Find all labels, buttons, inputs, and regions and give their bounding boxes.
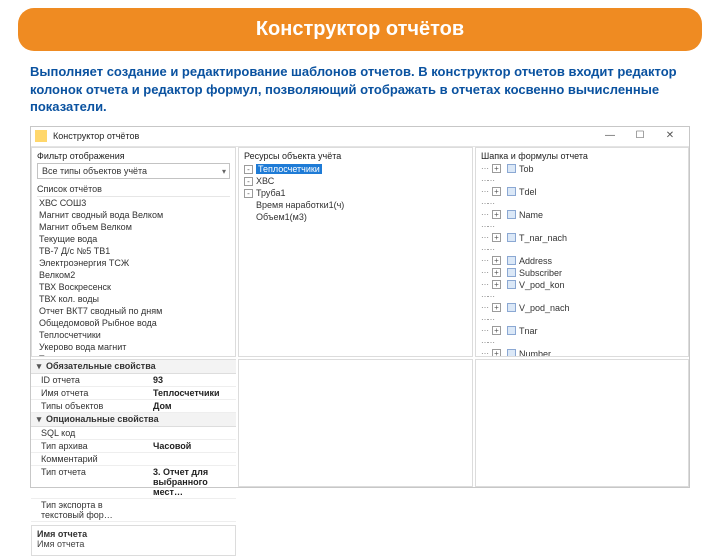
expander-icon[interactable]: + [492,164,501,173]
close-button[interactable]: ✕ [655,127,685,145]
slide-header: Конструктор отчётов [18,8,702,51]
field-icon [507,187,516,196]
property-help-footer: Имя отчета Имя отчета [31,525,236,556]
expander-icon[interactable]: - [244,189,253,198]
formula-row[interactable]: ⋯+V_pod_kon [481,279,683,291]
list-item[interactable]: Велком2 [37,269,230,281]
property-row[interactable]: ID отчета93 [31,374,236,387]
titlebar: Конструктор отчётов — ☐ ✕ [31,127,689,147]
tree-spacer: ⋯⋯ [481,291,683,302]
empty-panel-mid [238,359,473,487]
app-window: Конструктор отчётов — ☐ ✕ Фильтр отображ… [30,126,690,488]
list-item[interactable]: ТВХ Воскресенск [37,281,230,293]
field-icon [507,268,516,277]
list-item[interactable]: Отчет ВКТ7 сводный по дням [37,305,230,317]
resources-tree[interactable]: -Теплосчетчики-ХВС-Труба1Время наработки… [244,163,467,223]
property-row[interactable]: Тип отчета3. Отчет для выбранного мест… [31,466,236,499]
field-icon [507,164,516,173]
expander-icon[interactable]: + [492,268,501,277]
footer-text: Имя отчета [37,539,230,549]
property-grid[interactable]: ▾ Обязательные свойства ID отчета93Имя о… [31,359,236,522]
footer-title: Имя отчета [37,529,230,539]
list-item[interactable]: ТВ-7 Д/с №5 ТВ1 [37,245,230,257]
empty-panel-right [475,359,689,487]
tree-node[interactable]: -ХВС [244,175,467,187]
filter-label: Фильтр отображения [37,151,230,161]
slide-description: Выполняет создание и редактирование шабл… [30,63,690,116]
formula-row[interactable]: ⋯+Name [481,209,683,221]
field-icon [507,280,516,289]
formula-row[interactable]: ⋯+Number [481,348,683,357]
resources-title: Ресурсы объекта учёта [244,151,467,161]
formula-row[interactable]: ⋯+V_pod_nach [481,302,683,314]
list-item[interactable]: Общедомовой Рыбное вода [37,317,230,329]
list-item[interactable]: Электроэнергия ТСЖ [37,257,230,269]
property-row[interactable]: Тип архиваЧасовой [31,440,236,453]
filter-combo[interactable]: Все типы объектов учёта [37,163,230,179]
expander-icon[interactable]: + [492,210,501,219]
formula-row[interactable]: ⋯+T_nar_nach [481,232,683,244]
tree-spacer: ⋯⋯ [481,337,683,348]
reports-listbox[interactable]: ХВС СОШ3Магнит сводный вода ВелкомМагнит… [37,196,230,356]
expander-icon[interactable]: + [492,256,501,265]
tree-spacer: ⋯⋯ [481,244,683,255]
property-row[interactable]: Комментарий [31,453,236,466]
formula-row[interactable]: ⋯+Tnar [481,325,683,337]
list-item[interactable]: Теплосчетчики [37,329,230,341]
property-row[interactable]: Тип экспорта в текстовый фор… [31,499,236,522]
formula-row[interactable]: ⋯+Tob [481,163,683,175]
props-required-label: Обязательные свойства [46,361,156,371]
minimize-button[interactable]: — [595,127,625,145]
list-item[interactable]: Укерово вода магнит [37,341,230,353]
list-item[interactable]: Текущие вода [37,233,230,245]
list-item[interactable]: ХВС СОШ3 [37,197,230,209]
field-icon [507,210,516,219]
expander-icon[interactable]: + [492,326,501,335]
formula-row[interactable]: ⋯+Tdel [481,186,683,198]
expander-icon[interactable]: + [492,187,501,196]
list-item[interactable]: Магнит объем Велком [37,221,230,233]
expander-icon[interactable]: + [492,280,501,289]
reports-list-label: Список отчётов [37,184,230,194]
tree-spacer: ⋯⋯ [481,175,683,186]
formula-row[interactable]: ⋯+Subscriber [481,267,683,279]
app-icon [35,130,47,142]
formulas-title: Шапка и формулы отчета [481,151,683,161]
panel-filter-reports: Фильтр отображения Все типы объектов учё… [31,147,236,357]
property-row[interactable]: SQL код [31,427,236,440]
tree-spacer: ⋯⋯ [481,221,683,232]
props-optional-label: Опциональные свойства [46,414,159,424]
tree-spacer: ⋯⋯ [481,198,683,209]
tree-node[interactable]: -Теплосчетчики [244,163,467,175]
chevron-down-icon: ▾ [35,414,43,425]
props-required-header[interactable]: ▾ Обязательные свойства [31,360,236,374]
maximize-button[interactable]: ☐ [625,127,655,145]
expander-icon[interactable]: - [244,165,253,174]
field-icon [507,233,516,242]
window-title: Конструктор отчётов [53,131,595,141]
list-item[interactable]: Магнит сводный вода Велком [37,209,230,221]
panel-formulas: Шапка и формулы отчета ⋯+Tob⋯⋯⋯+Tdel⋯⋯⋯+… [475,147,689,357]
list-item[interactable]: Тепло [37,353,230,356]
tree-node[interactable]: Объем1(м3) [244,211,467,223]
formulas-tree[interactable]: ⋯+Tob⋯⋯⋯+Tdel⋯⋯⋯+Name⋯⋯⋯+T_nar_nach⋯⋯⋯+A… [481,163,683,357]
tree-node[interactable]: -Труба1 [244,187,467,199]
props-optional-header[interactable]: ▾ Опциональные свойства [31,413,236,427]
expander-icon[interactable]: + [492,233,501,242]
list-item[interactable]: ТВХ кол. воды [37,293,230,305]
expander-icon[interactable]: + [492,303,501,312]
field-icon [507,256,516,265]
property-row[interactable]: Типы объектовДом [31,400,236,413]
chevron-down-icon: ▾ [35,361,43,372]
property-row[interactable]: Имя отчетаТеплосчетчики [31,387,236,400]
expander-icon[interactable]: + [492,349,501,357]
field-icon [507,303,516,312]
panel-resources: Ресурсы объекта учёта -Теплосчетчики-ХВС… [238,147,473,357]
field-icon [507,349,516,357]
formula-row[interactable]: ⋯+Address [481,255,683,267]
expander-icon[interactable]: - [244,177,253,186]
field-icon [507,326,516,335]
tree-spacer: ⋯⋯ [481,314,683,325]
tree-node[interactable]: Время наработки1(ч) [244,199,467,211]
